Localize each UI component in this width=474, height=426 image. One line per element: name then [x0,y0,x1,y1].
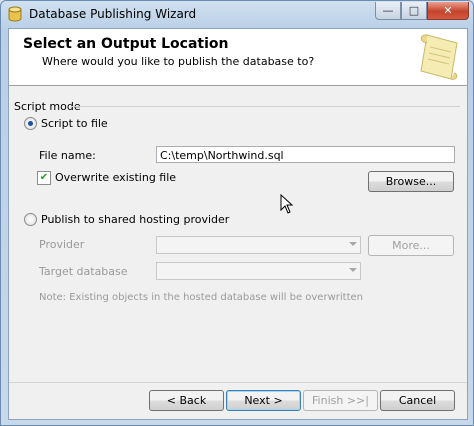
file-name-label: File name: [39,149,96,162]
maximize-icon: □ [408,4,420,17]
back-button[interactable]: < Back [149,390,224,411]
target-database-dropdown[interactable] [156,262,361,280]
overwrite-label[interactable]: Overwrite existing file [55,171,176,184]
window-title: Database Publishing Wizard [29,7,197,21]
provider-dropdown[interactable] [156,236,361,254]
publish-hosting-label[interactable]: Publish to shared hosting provider [41,213,229,226]
overwrite-checkbox[interactable]: ✔ [37,171,51,185]
script-mode-group-label: Script mode [14,100,81,113]
next-button[interactable]: Next > [226,390,301,411]
checkmark-icon: ✔ [39,172,49,183]
wizard-header: Select an Output Location Where would yo… [9,29,467,86]
close-button[interactable]: ✕ [427,2,469,20]
finish-button[interactable]: Finish >>| [303,390,378,411]
chevron-down-icon [349,268,357,272]
script-to-file-label[interactable]: Script to file [41,117,108,130]
browse-button[interactable]: Browse... [368,171,454,192]
group-divider [72,106,460,107]
page-title: Select an Output Location [23,36,229,52]
more-button[interactable]: More... [368,235,454,256]
minimize-icon: — [382,4,394,17]
publish-hosting-radio[interactable] [24,213,37,226]
wizard-window: Database Publishing Wizard — □ ✕ Select … [0,0,474,426]
file-name-input[interactable]: C:\temp\Northwind.sql [156,146,455,163]
cancel-button[interactable]: Cancel [380,390,455,411]
database-icon [8,6,22,22]
script-to-file-radio[interactable] [24,117,37,130]
caption-buttons: — □ ✕ [375,2,469,20]
footer-divider [9,382,467,383]
scroll-icon [420,34,458,80]
wizard-client-area: Select an Output Location Where would yo… [8,28,468,420]
chevron-down-icon [349,242,357,246]
maximize-button[interactable]: □ [401,2,427,20]
page-subtitle: Where would you like to publish the data… [42,55,315,68]
close-icon: ✕ [443,4,453,17]
target-database-label: Target database [39,265,128,278]
minimize-button[interactable]: — [375,2,401,20]
provider-label: Provider [39,238,85,251]
overwrite-note: Note: Existing objects in the hosted dat… [39,292,363,303]
title-bar[interactable]: Database Publishing Wizard — □ ✕ [1,1,473,27]
mouse-cursor-icon [280,194,294,214]
